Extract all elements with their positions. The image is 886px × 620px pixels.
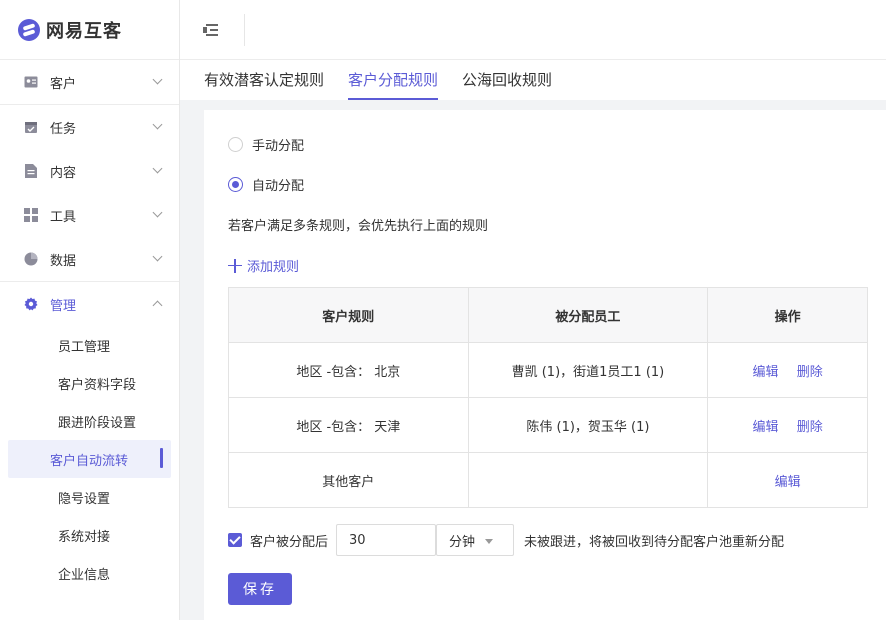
tab-bar: 有效潜客认定规则 客户分配规则 公海回收规则 bbox=[180, 60, 886, 100]
delete-rule-button[interactable]: 删除 bbox=[797, 420, 823, 435]
logo-icon bbox=[18, 18, 40, 41]
grid-icon bbox=[24, 208, 38, 222]
manual-assign-radio[interactable] bbox=[228, 137, 243, 152]
time-unit-select[interactable]: 分钟 bbox=[436, 524, 515, 556]
staff-cell: 曹凯 (1)，街道1员工1 (1) bbox=[467, 342, 709, 398]
recycle-time-input[interactable] bbox=[336, 524, 437, 556]
actions-cell: 编辑 删除 bbox=[707, 342, 868, 398]
sidebar-subitem-customer-fields[interactable]: 客户资料字段 bbox=[8, 364, 171, 402]
sidebar-subitem-integration[interactable]: 系统对接 bbox=[8, 516, 171, 554]
sidebar-subitem-staff[interactable]: 员工管理 bbox=[8, 326, 171, 364]
gear-icon bbox=[24, 297, 38, 311]
sidebar-item-label: 客户 bbox=[50, 76, 77, 92]
recycle-setting: 客户被分配后 分钟 未被跟进，将被回收到待分配客户池重新分配 bbox=[228, 524, 784, 556]
sidebar-item-tools[interactable]: 工具 bbox=[0, 193, 179, 237]
sidebar-item-task[interactable]: 任务 bbox=[0, 105, 179, 149]
column-header: 被分配员工 bbox=[467, 287, 709, 343]
sidebar-item-label: 工具 bbox=[50, 209, 77, 225]
rule-cell: 地区 -包含： 北京 bbox=[228, 342, 469, 398]
actions-cell: 编辑 bbox=[707, 452, 868, 508]
sidebar-subitem-auto-flow[interactable]: 客户自动流转 bbox=[8, 440, 171, 478]
save-button[interactable]: 保存 bbox=[228, 573, 292, 605]
column-header: 操作 bbox=[707, 287, 868, 343]
sidebar-item-manage[interactable]: 管理 bbox=[0, 282, 179, 326]
divider bbox=[244, 14, 245, 46]
edit-rule-button[interactable]: 编辑 bbox=[753, 420, 779, 435]
staff-cell bbox=[467, 452, 709, 508]
sidebar-item-label: 任务 bbox=[50, 121, 77, 137]
document-icon bbox=[24, 164, 38, 178]
sidebar-subitem-hidden-number[interactable]: 隐号设置 bbox=[8, 478, 171, 516]
recycle-suffix: 未被跟进，将被回收到待分配客户池重新分配 bbox=[524, 534, 785, 550]
collapse-menu-icon[interactable] bbox=[202, 22, 220, 38]
manual-assign-option[interactable]: 手动分配 bbox=[228, 135, 304, 154]
main-menu: 客户 任务 内容 工具 数据 管理 员工管理 客户资料字段 跟进阶段设置 客户自… bbox=[0, 60, 179, 592]
column-header: 客户规则 bbox=[228, 287, 469, 343]
staff-cell: 陈伟 (1)，贺玉华 (1) bbox=[467, 397, 709, 453]
sidebar-item-data[interactable]: 数据 bbox=[0, 237, 179, 281]
manual-assign-label: 手动分配 bbox=[252, 139, 305, 154]
chevron-down-icon bbox=[152, 251, 163, 262]
chevron-down-icon bbox=[152, 163, 163, 174]
table-row: 其他客户 编辑 bbox=[228, 452, 868, 508]
sidebar-item-content[interactable]: 内容 bbox=[0, 149, 179, 193]
chevron-up-icon bbox=[152, 300, 163, 311]
table-row: 地区 -包含： 北京 曹凯 (1)，街道1员工1 (1) 编辑 删除 bbox=[228, 342, 868, 398]
auto-assign-option[interactable]: 自动分配 bbox=[228, 175, 304, 194]
add-rule-button[interactable]: 添加规则 bbox=[228, 256, 299, 275]
chevron-down-icon bbox=[152, 119, 163, 130]
assign-rules-panel: 手动分配 自动分配 若客户满足多条规则，会优先执行上面的规则 添加规则 客户规则… bbox=[204, 110, 886, 620]
sidebar-item-label: 数据 bbox=[50, 253, 77, 269]
sidebar-item-customer[interactable]: 客户 bbox=[0, 60, 179, 104]
sidebar-subitem-follow-stage[interactable]: 跟进阶段设置 bbox=[8, 402, 171, 440]
sidebar: 网易互客 客户 任务 内容 工具 数据 管理 员工管理 客户资料字段 跟进阶段设… bbox=[0, 0, 180, 620]
add-rule-label: 添加规则 bbox=[247, 260, 300, 275]
contact-card-icon bbox=[24, 75, 38, 89]
auto-assign-radio[interactable] bbox=[228, 177, 243, 192]
priority-hint: 若客户满足多条规则，会优先执行上面的规则 bbox=[228, 219, 489, 234]
app-name: 网易互客 bbox=[46, 20, 122, 42]
caret-down-icon bbox=[485, 539, 494, 544]
recycle-prefix: 客户被分配后 bbox=[250, 534, 329, 550]
auto-assign-label: 自动分配 bbox=[252, 179, 305, 194]
rule-cell: 地区 -包含： 天津 bbox=[228, 397, 469, 453]
delete-rule-button[interactable]: 删除 bbox=[797, 365, 823, 380]
table-row: 地区 -包含： 天津 陈伟 (1)，贺玉华 (1) 编辑 删除 bbox=[228, 397, 868, 453]
pie-chart-icon bbox=[24, 252, 38, 266]
top-bar bbox=[180, 0, 886, 60]
sidebar-item-label: 管理 bbox=[50, 298, 77, 314]
actions-cell: 编辑 删除 bbox=[707, 397, 868, 453]
rules-table: 客户规则 被分配员工 操作 地区 -包含： 北京 曹凯 (1)，街道1员工1 (… bbox=[228, 287, 868, 508]
plus-icon bbox=[228, 258, 242, 273]
logo[interactable]: 网易互客 bbox=[0, 0, 179, 60]
chevron-down-icon bbox=[152, 207, 163, 218]
rule-cell: 其他客户 bbox=[228, 452, 469, 508]
tab-assign-rules[interactable]: 客户分配规则 bbox=[348, 60, 439, 100]
sidebar-item-label: 内容 bbox=[50, 165, 77, 181]
time-unit-value: 分钟 bbox=[449, 534, 476, 550]
table-header-row: 客户规则 被分配员工 操作 bbox=[228, 287, 868, 343]
main-content: 有效潜客认定规则 客户分配规则 公海回收规则 手动分配 自动分配 若客户满足多条… bbox=[180, 60, 886, 620]
sidebar-subitem-company-info[interactable]: 企业信息 bbox=[8, 554, 171, 592]
recycle-checkbox[interactable] bbox=[228, 533, 242, 547]
edit-rule-button[interactable]: 编辑 bbox=[753, 365, 779, 380]
edit-rule-button[interactable]: 编辑 bbox=[775, 475, 801, 490]
tab-pool-recycle-rules[interactable]: 公海回收规则 bbox=[462, 60, 552, 100]
chevron-down-icon bbox=[152, 74, 163, 85]
tab-valid-lead-rules[interactable]: 有效潜客认定规则 bbox=[204, 60, 324, 100]
calendar-check-icon bbox=[24, 120, 38, 134]
